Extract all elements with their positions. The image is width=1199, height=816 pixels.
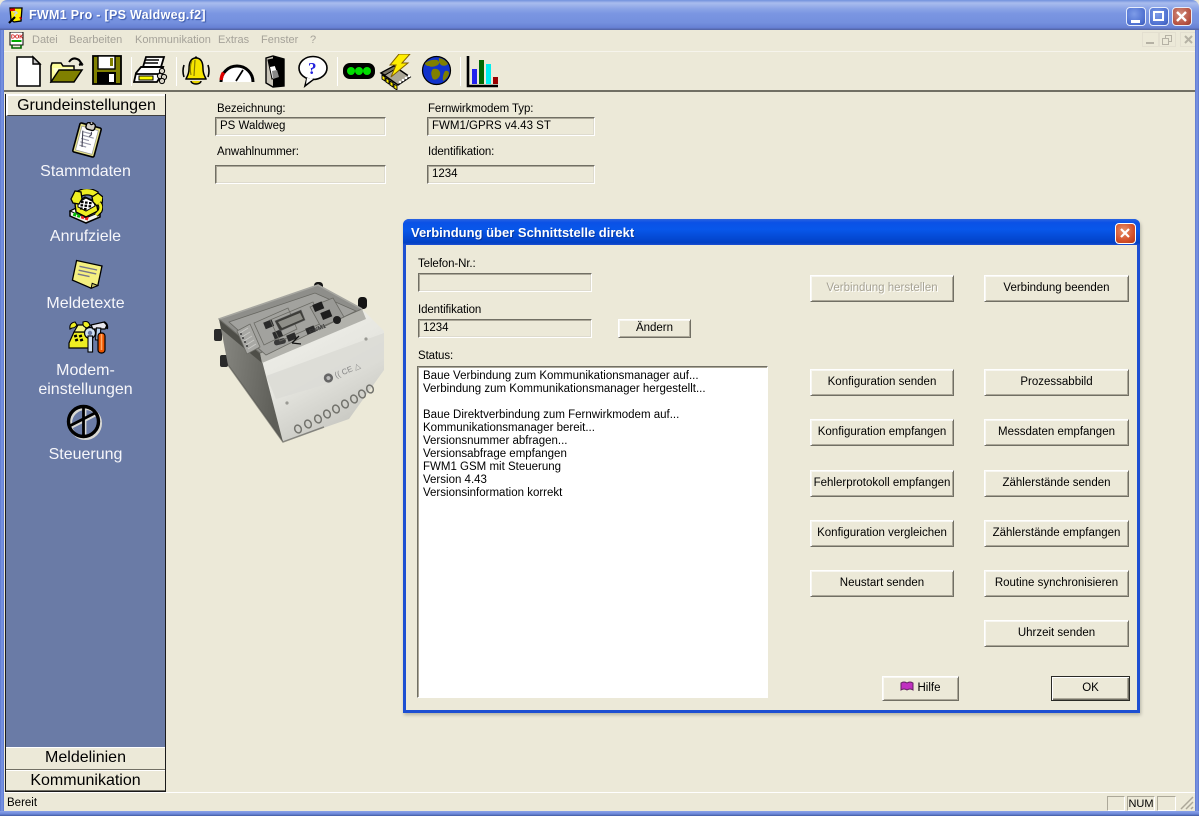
svg-text:?: ? bbox=[308, 59, 317, 78]
svg-text:DOK: DOK bbox=[11, 35, 23, 41]
